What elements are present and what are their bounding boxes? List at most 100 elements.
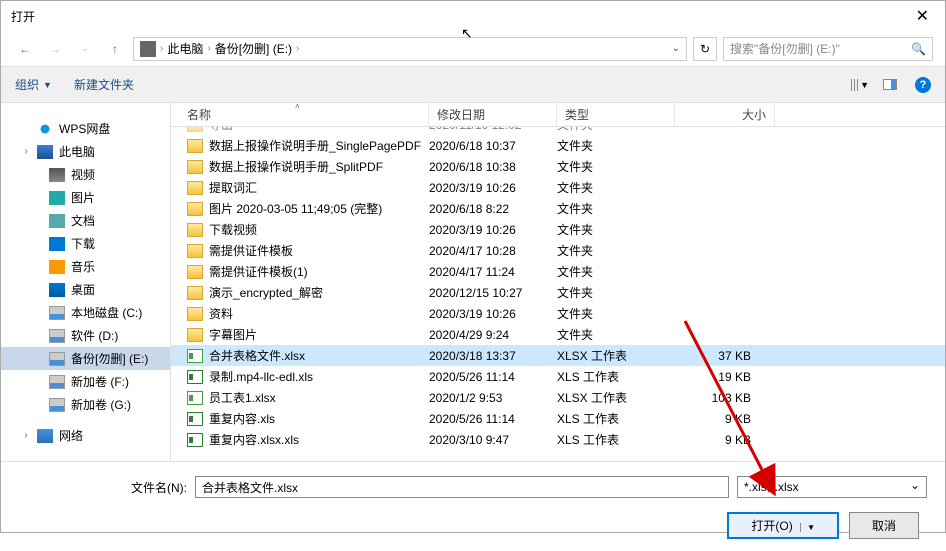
sidebar-item[interactable]: WPS网盘 (1, 117, 170, 140)
history-dropdown[interactable]: ⌄ (73, 37, 97, 61)
column-date[interactable]: 修改日期 (429, 103, 557, 126)
sidebar-item[interactable]: ›网络 (1, 424, 170, 447)
file-row[interactable]: 图片 2020-03-05 11;49;05 (完整)2020/6/18 8:2… (171, 198, 945, 219)
sidebar-item[interactable]: 软件 (D:) (1, 324, 170, 347)
file-name: 需提供证件模板 (209, 242, 293, 259)
file-row[interactable]: 合并表格文件.xlsx2020/3/18 13:37XLSX 工作表37 KB (171, 345, 945, 366)
breadcrumb-segment[interactable]: 此电脑 (167, 40, 203, 57)
sidebar-item-label: 下载 (71, 235, 95, 252)
expand-icon[interactable]: › (21, 430, 31, 441)
file-name: 重复内容.xls (209, 410, 275, 427)
column-size[interactable]: 大小 (675, 103, 775, 126)
file-row[interactable]: 需提供证件模板2020/4/17 10:28文件夹 (171, 240, 945, 261)
chevron-down-icon[interactable]: ⌄ (672, 43, 680, 54)
file-type: 文件夹 (557, 242, 675, 259)
cancel-button[interactable]: 取消 (849, 512, 919, 539)
file-date: 2020/3/18 13:37 (429, 349, 557, 363)
sidebar-item[interactable]: 本地磁盘 (C:) (1, 301, 170, 324)
file-name: 提取词汇 (209, 179, 257, 196)
refresh-button[interactable]: ↻ (693, 37, 717, 61)
folder-icon (187, 328, 203, 342)
forward-button[interactable]: → (43, 37, 67, 61)
breadcrumb[interactable]: › 此电脑 › 备份[勿删] (E:) › ⌄ (133, 37, 687, 61)
up-button[interactable]: ↑ (103, 37, 127, 61)
file-row[interactable]: 需提供证件模板(1)2020/4/17 11:24文件夹 (171, 261, 945, 282)
search-placeholder: 搜索"备份[勿删] (E:)" (730, 40, 840, 57)
filetype-select[interactable]: *.xls;*.xlsx (737, 476, 927, 498)
view-mode-button[interactable]: ▼ (851, 78, 869, 92)
sidebar-item[interactable]: 文档 (1, 209, 170, 232)
sidebar-item-label: 本地磁盘 (C:) (71, 304, 142, 321)
disk-icon (49, 352, 65, 366)
file-type: XLS 工作表 (557, 431, 675, 448)
file-name: 数据上报操作说明手册_SinglePagePDF (209, 137, 421, 154)
file-row[interactable]: 录制.mp4-llc-edl.xls2020/5/26 11:14XLS 工作表… (171, 366, 945, 387)
sidebar[interactable]: WPS网盘›此电脑视频图片文档下载音乐桌面本地磁盘 (C:) 软件 (D:)备份[… (1, 103, 171, 461)
drive-icon (140, 41, 156, 57)
sidebar-item-label: 桌面 (71, 281, 95, 298)
sidebar-item[interactable]: 备份[勿删] (E:) (1, 347, 170, 370)
close-icon[interactable]: ✕ (910, 6, 935, 26)
pc-icon (37, 145, 53, 159)
search-input[interactable]: 搜索"备份[勿删] (E:)" 🔍 (723, 37, 933, 61)
filename-input[interactable] (195, 476, 729, 498)
sidebar-item[interactable]: 下载 (1, 232, 170, 255)
disk-icon (49, 306, 65, 320)
expand-icon[interactable]: › (21, 146, 31, 157)
new-folder-button[interactable]: 新建文件夹 (74, 76, 134, 93)
column-type[interactable]: 类型 (557, 103, 675, 126)
file-row[interactable]: 员工表1.xlsx2020/1/2 9:53XLSX 工作表103 KB (171, 387, 945, 408)
file-name: 数据上报操作说明手册_SplitPDF (209, 158, 383, 175)
sidebar-item-label: 图片 (71, 189, 95, 206)
file-row[interactable]: 重复内容.xlsx.xls2020/3/10 9:47XLS 工作表9 KB (171, 429, 945, 450)
file-name: 重复内容.xlsx.xls (209, 431, 299, 448)
music-icon (49, 260, 65, 274)
file-name: 合并表格文件.xlsx (209, 347, 305, 364)
file-row[interactable]: 资料2020/3/19 10:26文件夹 (171, 303, 945, 324)
file-date: 2020/5/26 11:14 (429, 370, 557, 384)
chevron-right-icon: › (207, 43, 210, 54)
folder-icon (187, 181, 203, 195)
sidebar-item[interactable]: 桌面 (1, 278, 170, 301)
disk-icon (49, 375, 65, 389)
file-size: 9 KB (675, 433, 775, 447)
sidebar-item[interactable]: 视频 (1, 163, 170, 186)
search-icon: 🔍 (911, 42, 926, 56)
file-row[interactable]: 重复内容.xls2020/5/26 11:14XLS 工作表9 KB (171, 408, 945, 429)
file-type: 文件夹 (557, 158, 675, 175)
file-row[interactable]: 导出2020/11/10 12:02文件夹 (171, 127, 945, 135)
column-name[interactable]: 名称 (171, 103, 429, 126)
sidebar-item[interactable]: 新加卷 (G:) (1, 393, 170, 416)
file-row[interactable]: 下载视频2020/3/19 10:26文件夹 (171, 219, 945, 240)
column-headers[interactable]: ˄ 名称 修改日期 类型 大小 (171, 103, 945, 127)
doc-icon (49, 214, 65, 228)
file-row[interactable]: 字幕图片2020/4/29 9:24文件夹 (171, 324, 945, 345)
open-button[interactable]: 打开(O) ▼ (727, 512, 839, 539)
back-button[interactable]: ← (13, 37, 37, 61)
file-name: 员工表1.xlsx (209, 389, 276, 406)
chevron-right-icon: › (160, 43, 163, 54)
sidebar-item[interactable]: 新加卷 (F:) (1, 370, 170, 393)
file-name: 字幕图片 (209, 326, 257, 343)
disk-icon (49, 398, 65, 412)
help-icon[interactable]: ? (915, 77, 931, 93)
vid-icon (49, 168, 65, 182)
file-row[interactable]: 提取词汇2020/3/19 10:26文件夹 (171, 177, 945, 198)
file-list[interactable]: 导出2020/11/10 12:02文件夹数据上报操作说明手册_SinglePa… (171, 127, 945, 461)
breadcrumb-segment[interactable]: 备份[勿删] (E:) (215, 40, 292, 57)
file-date: 2020/3/19 10:26 (429, 307, 557, 321)
organize-button[interactable]: 组织 ▼ (15, 76, 52, 93)
file-name: 导出 (209, 127, 233, 133)
preview-pane-button[interactable] (883, 78, 901, 92)
folder-icon (187, 202, 203, 216)
sidebar-item[interactable]: 图片 (1, 186, 170, 209)
sidebar-item[interactable]: 音乐 (1, 255, 170, 278)
sidebar-item[interactable]: ›此电脑 (1, 140, 170, 163)
desk-icon (49, 283, 65, 297)
file-type: 文件夹 (557, 263, 675, 280)
file-row[interactable]: 数据上报操作说明手册_SinglePagePDF2020/6/18 10:37文… (171, 135, 945, 156)
file-type: XLS 工作表 (557, 410, 675, 427)
file-row[interactable]: 数据上报操作说明手册_SplitPDF2020/6/18 10:38文件夹 (171, 156, 945, 177)
file-row[interactable]: 演示_encrypted_解密2020/12/15 10:27文件夹 (171, 282, 945, 303)
file-name: 需提供证件模板(1) (209, 263, 308, 280)
